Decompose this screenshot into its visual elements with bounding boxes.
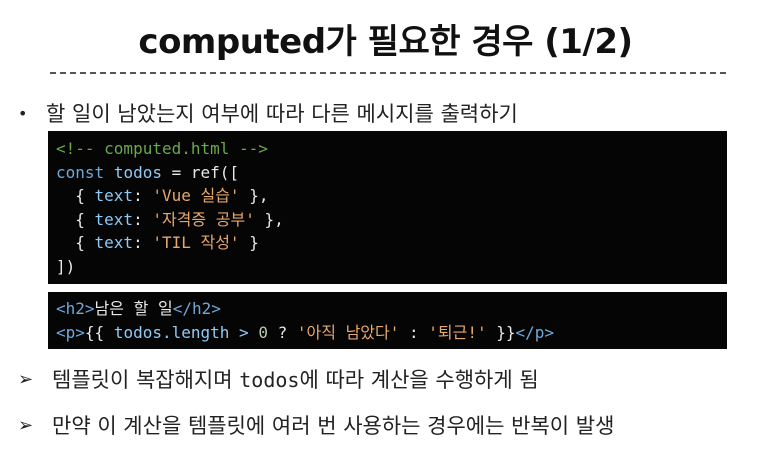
code-string: '자격증 공부' (152, 209, 255, 229)
code-key: text (94, 186, 134, 205)
code-block-template: <h2>남은 할 일</h2> <p>{{ todos.length > 0 ?… (48, 292, 727, 349)
inline-code: todos (239, 368, 300, 392)
arrow-text: 템플릿이 복잡해지며 todos에 따라 계산을 수행하게 됨 (52, 368, 539, 392)
code-keyword: const (56, 162, 105, 182)
code-comment: <!-- computed.html --> (56, 139, 268, 158)
arrow-text: 만약 이 계산을 템플릿에 여러 번 사용하는 경우에는 반복이 발생 (52, 414, 615, 438)
code-tag: </h2> (172, 299, 221, 318)
code-string: 'TIL 작성' (152, 233, 240, 252)
code-tag: </p> (515, 322, 555, 342)
code-string: '퇴근!' (428, 322, 487, 342)
code-key: text (94, 209, 134, 229)
arrow-item: ➢ 만약 이 계산을 템플릿에 여러 번 사용하는 경우에는 반복이 발생 (18, 410, 614, 440)
code-string: 'Vue 실습' (152, 186, 240, 205)
code-key: text (94, 233, 134, 252)
code-tag: <p> (56, 322, 85, 342)
code-text: 남은 할 일 (94, 299, 173, 318)
code-ref-call: = ref([ (161, 162, 240, 182)
code-block-script: <!-- computed.html --> const todos = ref… (48, 131, 727, 284)
code-expression: todos.length > (113, 322, 259, 342)
arrow-item: ➢ 템플릿이 복잡해지며 todos에 따라 계산을 수행하게 됨 (18, 364, 539, 394)
bullet-text: 할 일이 남았는지 여부에 따라 다른 메시지를 출력하기 (46, 102, 518, 126)
arrow-bullet-icon: ➢ (18, 368, 34, 390)
bullet-dot: • (18, 103, 28, 123)
bullet-item: • 할 일이 남았는지 여부에 따라 다른 메시지를 출력하기 (18, 98, 518, 128)
code-variable: todos (113, 162, 162, 182)
code-end: ]) (56, 256, 76, 276)
arrow-bullet-icon: ➢ (18, 414, 34, 436)
code-tag: <h2> (56, 299, 95, 318)
slide-title: computed가 필요한 경우 (1/2) (138, 22, 633, 62)
code-string: '아직 남았다' (296, 322, 400, 342)
code-number: 0 (258, 322, 268, 342)
title-divider (50, 72, 726, 74)
